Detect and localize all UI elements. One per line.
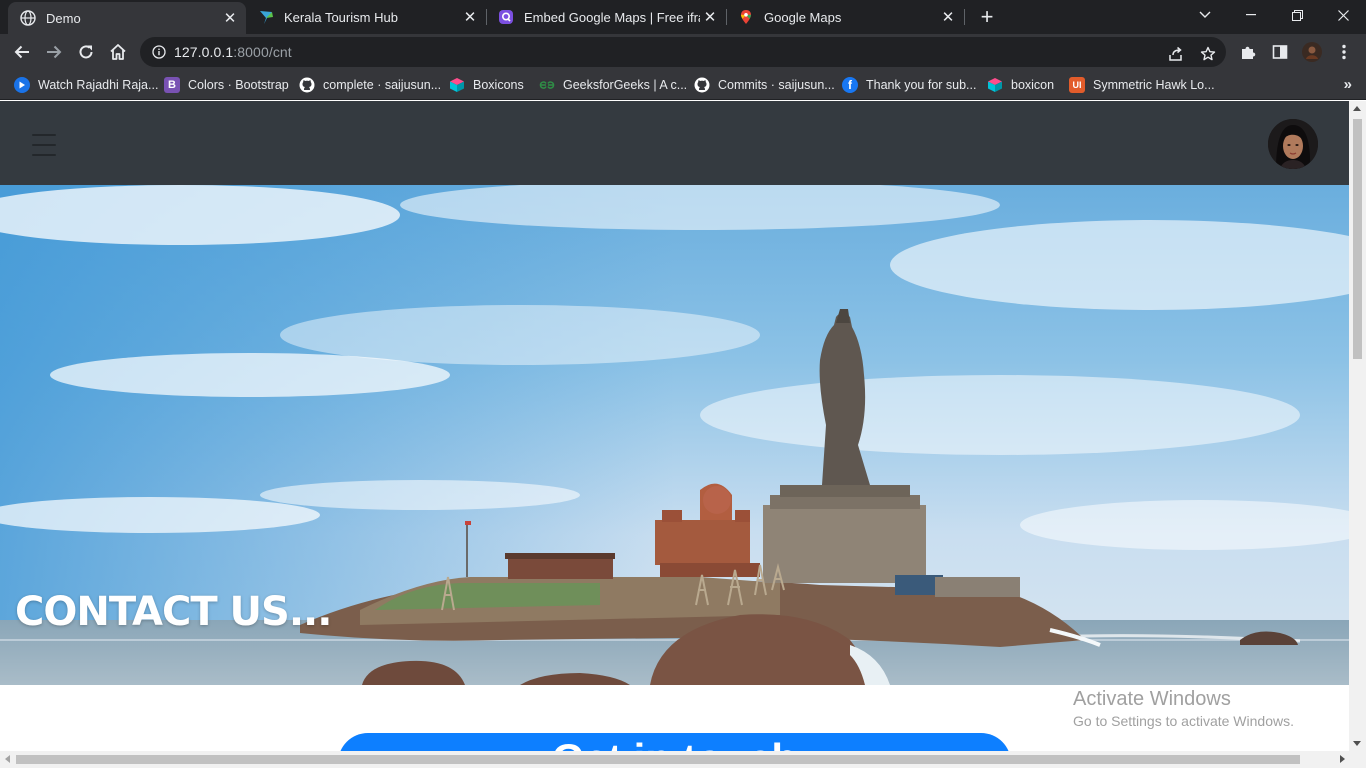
close-icon[interactable]: ✕	[938, 7, 958, 27]
share-icon[interactable]	[1167, 45, 1185, 63]
tab-google-maps[interactable]: Google Maps ✕	[726, 0, 964, 34]
reload-button[interactable]	[72, 38, 100, 66]
globe-icon	[20, 10, 36, 26]
close-icon[interactable]: ✕	[460, 7, 480, 27]
restore-button[interactable]	[1274, 0, 1320, 30]
embed-maps-icon	[498, 9, 514, 25]
extensions-icon[interactable]	[1238, 42, 1258, 62]
vertical-scrollbar[interactable]	[1349, 101, 1366, 751]
close-icon	[1337, 9, 1349, 21]
bookmark-item[interactable]: f Thank you for sub...	[842, 75, 976, 95]
tab-kerala-tourism[interactable]: Kerala Tourism Hub ✕	[246, 0, 486, 34]
home-icon	[110, 44, 126, 60]
minimize-button[interactable]	[1228, 0, 1274, 30]
tab-title: Kerala Tourism Hub	[284, 9, 398, 25]
get-in-touch-button[interactable]: Get in touch	[338, 733, 1011, 751]
scroll-up-arrow-icon[interactable]	[1353, 106, 1361, 111]
info-icon[interactable]	[144, 45, 174, 59]
tab-separator	[964, 9, 965, 25]
url-path: :8000/cnt	[233, 44, 292, 60]
bookmark-item[interactable]: boxicon	[987, 75, 1054, 95]
tab-title: Embed Google Maps | Free ifram	[524, 9, 700, 25]
uiverse-icon: UI	[1069, 77, 1085, 93]
play-icon	[14, 77, 30, 93]
bookmark-label: complete · saijusun...	[323, 78, 442, 92]
profile-avatar-icon[interactable]	[1302, 42, 1322, 62]
geeksforgeeks-icon	[539, 77, 555, 93]
tab-embed-google-maps[interactable]: Embed Google Maps | Free ifram ✕	[486, 0, 726, 34]
minimize-icon	[1246, 14, 1256, 16]
forward-button[interactable]	[40, 38, 68, 66]
bookmark-item[interactable]: B Colors · Bootstrap	[164, 75, 289, 95]
close-icon[interactable]: ✕	[700, 7, 720, 27]
bookmark-item[interactable]: Boxicons	[449, 75, 524, 95]
new-tab-button[interactable]: +	[975, 4, 999, 29]
hero-banner: CONTACT US...	[0, 185, 1349, 685]
chevron-down-icon	[1199, 11, 1211, 18]
close-window-button[interactable]	[1320, 0, 1366, 30]
watermark-title: Activate Windows	[1073, 688, 1231, 710]
bookmark-item[interactable]: UI Symmetric Hawk Lo...	[1069, 75, 1215, 95]
address-bar[interactable]: 127.0.0.1:8000/cnt	[140, 37, 1226, 67]
horizontal-scrollbar[interactable]	[0, 751, 1366, 768]
hamburger-menu-icon[interactable]	[32, 134, 56, 156]
bookmark-label: Thank you for sub...	[866, 78, 977, 92]
browser-toolbar: 127.0.0.1:8000/cnt	[0, 34, 1366, 70]
tab-strip: Demo ✕ Kerala Tourism Hub ✕ Embed Google…	[0, 0, 1366, 34]
home-button[interactable]	[104, 38, 132, 66]
reload-icon	[79, 45, 93, 59]
scroll-left-arrow-icon[interactable]	[5, 755, 10, 763]
site-navbar	[0, 101, 1349, 185]
bookmark-label: GeeksforGeeks | A c...	[563, 78, 688, 92]
kerala-tourism-icon	[258, 9, 274, 25]
boxicons-icon	[449, 77, 465, 93]
bookmark-label: Boxicons	[473, 78, 524, 92]
scroll-right-arrow-icon[interactable]	[1340, 755, 1345, 763]
facebook-icon: f	[842, 77, 858, 93]
bookmark-item[interactable]: GeeksforGeeks | A c...	[539, 75, 687, 95]
bookmark-label: Commits · saijusun...	[718, 78, 835, 92]
page-viewport: CONTACT US... Get in touch	[0, 101, 1349, 751]
arrow-right-icon	[47, 45, 62, 59]
side-panel-icon[interactable]	[1270, 42, 1290, 62]
bookmark-label: Colors · Bootstrap	[188, 78, 289, 92]
scroll-down-arrow-icon[interactable]	[1353, 741, 1361, 746]
star-icon[interactable]	[1199, 45, 1217, 63]
more-menu-icon[interactable]	[1334, 42, 1354, 62]
tab-title: Demo	[46, 10, 81, 26]
bookmark-item[interactable]: complete · saijusun...	[299, 75, 441, 95]
watermark-subtitle: Go to Settings to activate Windows.	[1073, 713, 1294, 729]
close-icon[interactable]: ✕	[220, 8, 240, 28]
bookmarks-bar: Watch Rajadhi Raja... B Colors · Bootstr…	[0, 70, 1366, 100]
boxicons-icon	[987, 77, 1003, 93]
windows-activation-watermark: Activate Windows Go to Settings to activ…	[1073, 688, 1294, 729]
bookmark-label: Symmetric Hawk Lo...	[1093, 78, 1215, 92]
bookmarks-overflow-icon[interactable]: »	[1344, 76, 1352, 93]
url-text[interactable]: 127.0.0.1:8000/cnt	[174, 44, 292, 60]
restore-icon	[1291, 9, 1303, 21]
arrow-left-icon	[14, 45, 29, 59]
tab-search-button[interactable]	[1182, 0, 1228, 30]
bookmark-item[interactable]: Watch Rajadhi Raja...	[14, 75, 158, 95]
tab-demo[interactable]: Demo ✕	[8, 2, 246, 34]
bookmark-label: boxicon	[1011, 78, 1055, 92]
bookmark-item[interactable]: Commits · saijusun...	[694, 75, 835, 95]
back-button[interactable]	[8, 38, 36, 66]
github-icon	[694, 77, 710, 93]
vertical-scrollbar-thumb[interactable]	[1353, 119, 1362, 359]
google-maps-icon	[738, 9, 754, 25]
tab-title: Google Maps	[764, 9, 842, 25]
horizontal-scrollbar-thumb[interactable]	[16, 755, 1300, 764]
bookmark-label: Watch Rajadhi Raja...	[38, 78, 159, 92]
user-avatar[interactable]	[1268, 119, 1318, 169]
bootstrap-icon: B	[164, 77, 180, 93]
url-host: 127.0.0.1	[174, 44, 234, 60]
github-icon	[299, 77, 315, 93]
page-title: CONTACT US...	[15, 589, 332, 635]
